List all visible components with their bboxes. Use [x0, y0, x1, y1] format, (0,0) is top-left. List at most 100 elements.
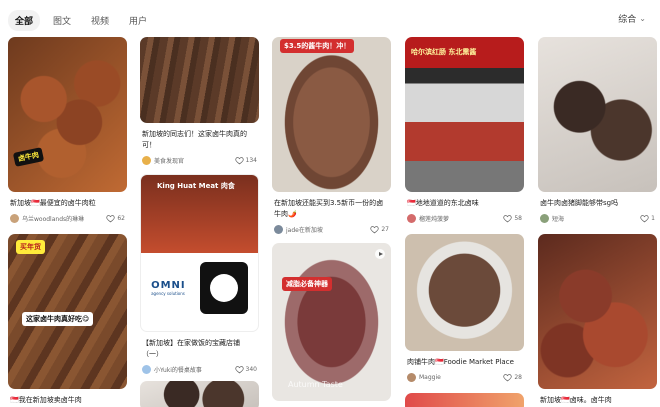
note-card[interactable]: 买年货 这家卤牛肉真好吃😋 🇸🇬我在新加坡卖卤牛肉	[8, 234, 127, 406]
tab-bar: 全部 图文 视频 用户	[8, 10, 154, 31]
heart-icon	[370, 226, 380, 234]
chevron-down-icon: ⌄	[639, 14, 646, 23]
like-count: 28	[514, 374, 522, 381]
note-meta: 乌兰woodlands的琳琳 62	[8, 214, 127, 223]
cover-overlay-text: 卤牛肉	[12, 147, 45, 167]
author[interactable]: 短海	[540, 214, 564, 223]
note-card[interactable]	[405, 393, 524, 407]
note-title[interactable]: 新加坡🇸🇬最便宜的卤牛肉粒	[8, 198, 127, 209]
tab-users[interactable]: 用户	[122, 10, 154, 31]
note-card[interactable]: $3.5的酱牛肉！冲！ 在新加坡还能买到3.5新币一份的卤牛肉🌶️ jade在新…	[272, 37, 391, 234]
note-meta: 榴莲炖菠萝 58	[405, 214, 524, 223]
like-count: 62	[117, 215, 125, 222]
note-cover-image[interactable]	[538, 37, 657, 192]
note-card[interactable]: 肉铺牛肉🇸🇬Foodie Market Place Maggie 28	[405, 234, 524, 382]
like-button[interactable]: 58	[503, 214, 522, 223]
like-count: 134	[245, 157, 257, 164]
heart-icon	[106, 215, 116, 223]
play-icon	[375, 249, 385, 259]
note-title[interactable]: 在新加坡还能买到3.5新币一份的卤牛肉🌶️	[272, 198, 391, 220]
watermark-text: Autumn Taste	[288, 380, 343, 389]
note-title[interactable]: 🇸🇬我在新加坡卖卤牛肉	[8, 395, 127, 406]
mascot-logo	[199, 262, 248, 314]
omni-logo-subtext: agency solutions	[151, 291, 185, 296]
note-meta: 美食发现官 134	[140, 156, 259, 165]
cover-overlay-text: 这家卤牛肉真好吃😋	[22, 312, 94, 326]
author[interactable]: 乌兰woodlands的琳琳	[10, 214, 84, 223]
note-card[interactable]: 新加坡的同志们！这家卤牛肉真的可！ 美食发现官 134	[140, 37, 259, 165]
author-name: Maggie	[419, 374, 441, 381]
sort-label: 综合	[618, 15, 637, 25]
note-card[interactable]: King Huat Meat 肉食 OMNI agency solutions …	[140, 174, 259, 374]
omni-logo-text: OMNI	[151, 280, 186, 291]
like-button[interactable]: 134	[234, 156, 257, 165]
note-cover-image[interactable]	[140, 381, 259, 407]
note-title[interactable]: 卤牛肉卤猪脚能够带sg吗	[538, 198, 657, 209]
tab-image-text[interactable]: 图文	[46, 10, 78, 31]
sort-dropdown[interactable]: 综合 ⌄	[618, 12, 646, 25]
author-name: 美食发现官	[154, 158, 185, 165]
note-title[interactable]: 新加坡的同志们！这家卤牛肉真的可！	[140, 129, 259, 151]
poster-banner: King Huat Meat 肉食	[141, 175, 258, 253]
note-cover-image[interactable]	[538, 234, 657, 389]
like-button[interactable]: 1	[640, 214, 655, 223]
like-button[interactable]: 62	[106, 214, 125, 223]
author[interactable]: Maggie	[407, 373, 441, 382]
cover-overlay-text: 哈尔滨红肠 东北熏酱	[411, 48, 477, 56]
like-count: 27	[381, 226, 389, 233]
note-card[interactable]: 卤牛肉 新加坡🇸🇬最便宜的卤牛肉粒 乌兰woodlands的琳琳 62	[8, 37, 127, 223]
tab-all[interactable]: 全部	[8, 10, 41, 31]
note-meta: 小Yuki的餐桌故事 340	[140, 365, 259, 374]
author[interactable]: 美食发现官	[142, 156, 184, 165]
note-cover-image[interactable]: 买年货 这家卤牛肉真好吃😋	[8, 234, 127, 389]
cover-overlay-text: $3.5的酱牛肉！冲！	[280, 39, 355, 53]
poster-logos: OMNI agency solutions	[141, 253, 258, 323]
note-cover-image[interactable]: $3.5的酱牛肉！冲！	[272, 37, 391, 192]
author-name: 榴莲炖菠萝	[419, 216, 450, 223]
note-cover-image[interactable]: 哈尔滨红肠 东北熏酱	[405, 37, 524, 192]
avatar	[142, 156, 151, 165]
author[interactable]: 榴莲炖菠萝	[407, 214, 449, 223]
heart-icon	[640, 215, 649, 223]
like-count: 58	[514, 215, 522, 222]
note-meta: jade在新加坡 27	[272, 225, 391, 234]
avatar	[142, 365, 151, 374]
heart-icon	[234, 366, 244, 374]
mascot-face	[209, 274, 238, 302]
like-button[interactable]: 28	[503, 373, 522, 382]
note-cover-image[interactable]: 卤牛肉	[8, 37, 127, 192]
avatar	[407, 214, 416, 223]
like-button[interactable]: 27	[370, 225, 389, 234]
note-card[interactable]: 卤牛肉卤猪脚能够带sg吗 短海 1	[538, 37, 657, 223]
like-count: 1	[651, 215, 655, 222]
author[interactable]: jade在新加坡	[274, 225, 323, 234]
note-meta: Maggie 28	[405, 373, 524, 382]
note-title[interactable]: 🇸🇬地地道道的东北卤味	[405, 198, 524, 209]
note-cover-image[interactable]	[405, 393, 524, 407]
note-title[interactable]: 【新加坡】在家做饭的宝藏店铺（一）	[140, 338, 259, 360]
heart-icon	[234, 157, 244, 165]
like-button[interactable]: 340	[234, 365, 257, 374]
cover-overlay-text: 买年货	[16, 240, 45, 254]
note-cover-image[interactable]	[405, 234, 524, 351]
note-card[interactable]	[140, 381, 259, 407]
avatar	[10, 214, 19, 223]
note-card[interactable]: 减脂必备神器 Autumn Taste	[272, 243, 391, 401]
author[interactable]: 小Yuki的餐桌故事	[142, 365, 202, 374]
note-title[interactable]: 新加坡🇸🇬卤味。卤牛肉	[538, 395, 657, 406]
note-cover-image[interactable]: King Huat Meat 肉食 OMNI agency solutions	[140, 174, 259, 332]
tab-video[interactable]: 视频	[84, 10, 116, 31]
cover-overlay-text: 减脂必备神器	[282, 277, 332, 291]
note-card[interactable]: 新加坡🇸🇬卤味。卤牛肉	[538, 234, 657, 406]
author-name: 小Yuki的餐桌故事	[154, 367, 202, 374]
heart-icon	[503, 374, 513, 382]
note-meta: 短海 1	[538, 214, 657, 223]
heart-icon	[503, 215, 513, 223]
note-card[interactable]: 哈尔滨红肠 东北熏酱 🇸🇬地地道道的东北卤味 榴莲炖菠萝 58	[405, 37, 524, 223]
note-cover-image[interactable]: 减脂必备神器 Autumn Taste	[272, 243, 391, 401]
note-cover-image[interactable]	[140, 37, 259, 123]
note-title[interactable]: 肉铺牛肉🇸🇬Foodie Market Place	[405, 357, 524, 368]
author-name: 乌兰woodlands的琳琳	[22, 216, 85, 223]
author-name: jade在新加坡	[286, 227, 323, 234]
avatar	[540, 214, 549, 223]
